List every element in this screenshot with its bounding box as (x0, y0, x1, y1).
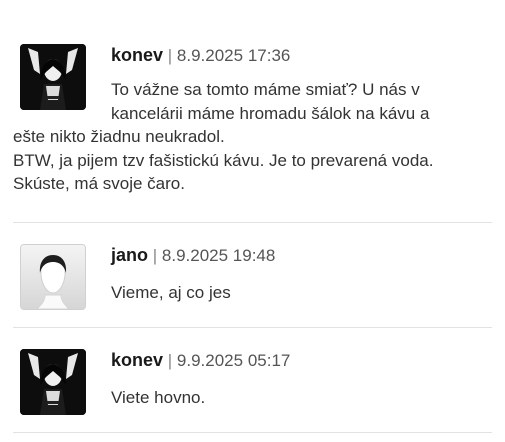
comment-body: Viete hovno. (13, 386, 492, 410)
comment-body: To vážne sa tomto máme smiať? U nás v ka… (13, 78, 492, 196)
comment-author-link[interactable]: jano (111, 245, 148, 265)
comment-meta: konev | 8.9.2025 17:36 (111, 44, 290, 67)
comment-divider (13, 432, 492, 433)
comment-line: Skúste, má svoje čaro. (13, 174, 185, 193)
comment-line: Vieme, aj co jes (111, 283, 231, 302)
comment-body: Vieme, aj co jes (13, 281, 492, 305)
comment-line: To vážne sa tomto máme smiať? U nás v (111, 80, 420, 99)
comment-timestamp: 8.9.2025 19:48 (161, 246, 276, 265)
comment-item: konev | 9.9.2025 05:17 Viete hovno. (13, 349, 492, 419)
comment-line: kancelárii máme hromadu šálok na kávu a (111, 103, 430, 123)
meta-separator: | (152, 246, 158, 265)
comment-line: Viete hovno. (111, 388, 206, 407)
comment-author-link[interactable]: konev (111, 45, 163, 65)
comment-timestamp: 8.9.2025 17:36 (176, 46, 291, 65)
comment-timestamp: 9.9.2025 05:17 (176, 351, 291, 370)
comment-item: konev | 8.9.2025 17:36 To vážne sa tomto… (13, 44, 492, 204)
meta-separator: | (167, 46, 173, 65)
comment-line: ešte nikto žiadnu neukradol. (13, 127, 225, 146)
meta-separator: | (167, 351, 173, 370)
comment-divider (13, 222, 492, 223)
comment-author-link[interactable]: konev (111, 350, 163, 370)
comment-divider (13, 327, 492, 328)
comment-meta: konev | 9.9.2025 05:17 (111, 349, 290, 372)
comment-item: jano | 8.9.2025 19:48 Vieme, aj co jes (13, 244, 492, 314)
comment-meta: jano | 8.9.2025 19:48 (111, 244, 275, 267)
comment-line: BTW, ja pijem tzv fašistickú kávu. Je to… (13, 150, 434, 170)
